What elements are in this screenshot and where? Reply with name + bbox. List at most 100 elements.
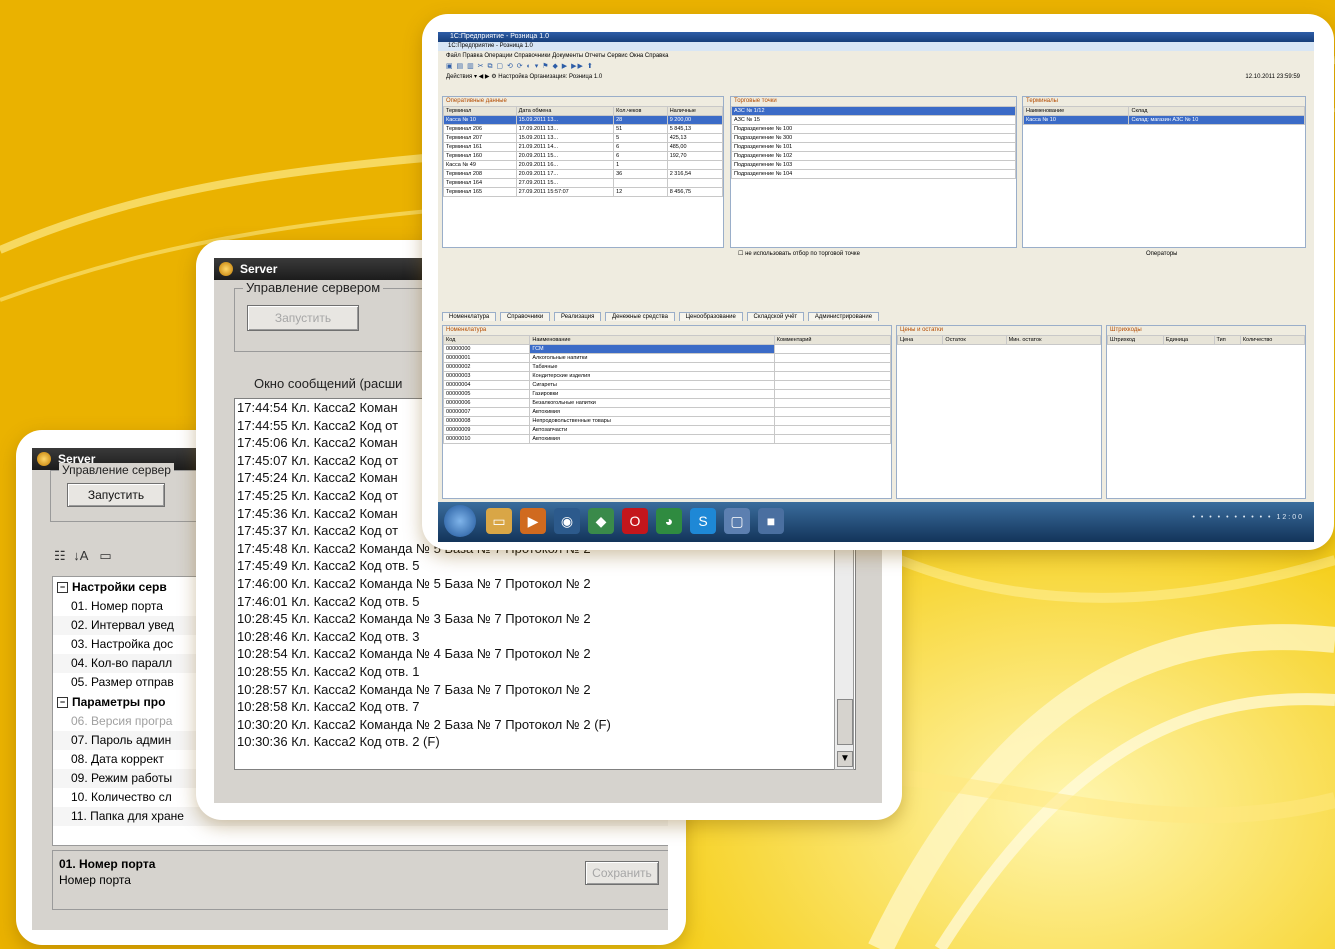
terminals-table[interactable]: Наименование Склад Касса № 10 Склад: маг… — [1023, 106, 1305, 125]
table-row[interactable]: 00000007 Автохимия — [443, 407, 891, 417]
cell: 5 — [613, 133, 668, 143]
tree-row[interactable]: АЗС № 1/12 — [731, 106, 1016, 116]
table-row[interactable]: 00000002 Табачные — [443, 362, 891, 372]
column-header[interactable]: Терминал — [443, 106, 517, 116]
table-row[interactable]: 00000000 ГСМ — [443, 344, 891, 354]
table-row[interactable]: Касса № 10 15.09.2011 13... 28 9 200,00 — [443, 115, 723, 125]
barcodes-table[interactable]: Штрихкод Единица Тип Количество — [1107, 335, 1305, 345]
main-menu-bar[interactable]: Файл Правка Операции Справочники Докумен… — [438, 51, 1314, 61]
column-header[interactable]: Наименование — [1023, 106, 1130, 116]
tab-pricing[interactable]: Ценообразование — [678, 312, 743, 321]
column-header[interactable]: Склад — [1128, 106, 1305, 116]
operational-data-table[interactable]: Терминал Дата обмена Кол.чеков Наличные … — [443, 106, 723, 197]
window-icon[interactable]: ▢ — [724, 508, 750, 534]
tree-row[interactable]: Подразделение № 101 — [731, 142, 1016, 152]
sort-az-icon[interactable]: ↓A — [73, 548, 87, 563]
action-toolbar: Действия ▾ ◀ ▶ ⚙ Настройка Организация: … — [438, 73, 1314, 82]
checkbox-icon[interactable]: ☐ — [738, 251, 743, 257]
system-tray[interactable]: • • • • • • • • • • 12:00 — [1193, 514, 1305, 521]
tab-administration[interactable]: Администрирование — [807, 312, 880, 321]
table-row[interactable]: Терминал 160 20.09.2011 15... 6 192,70 — [443, 151, 723, 161]
column-header[interactable]: Код — [443, 335, 531, 345]
nomenclature-table[interactable]: Код Наименование Комментарий 00000000 ГСМ… — [443, 335, 891, 444]
column-header[interactable]: Единица — [1162, 335, 1215, 345]
table-row[interactable]: Терминал 207 15.09.2011 13... 5 425,13 — [443, 133, 723, 143]
column-header[interactable]: Цена — [897, 335, 944, 345]
trade-points-tree[interactable]: АЗС № 1/12 АЗС № 15 Подразделение № 100 … — [731, 106, 1016, 179]
column-header[interactable]: Наименование — [529, 335, 775, 345]
table-row[interactable]: 00000006 Безалкогольные напитки — [443, 398, 891, 408]
cell: 00000002 — [443, 362, 531, 372]
column-header[interactable]: Штрихкод — [1107, 335, 1164, 345]
table-row[interactable]: Касса № 49 20.09.2011 16... 1 — [443, 160, 723, 170]
table-row[interactable]: 00000001 Алкогольные напитки — [443, 353, 891, 363]
table-row[interactable]: 00000009 Автозапчасти — [443, 425, 891, 435]
column-header[interactable]: Мин. остаток — [1005, 335, 1101, 345]
tray-icons[interactable]: • • • • • • • • • • — [1193, 514, 1273, 521]
cell — [773, 398, 891, 408]
cell: 00000007 — [443, 407, 531, 417]
collapse-icon[interactable]: − — [57, 697, 68, 709]
cell: 00000004 — [443, 380, 531, 390]
tab-cash[interactable]: Денежные средства — [605, 312, 675, 321]
log-line: 10:28:55 Кл. Касса2 Код отв. 1 — [237, 663, 420, 679]
column-header[interactable]: Комментарий — [773, 335, 891, 345]
cell: 00000008 — [443, 416, 531, 426]
table-row[interactable]: Терминал 161 21.09.2011 14... 6 485,00 — [443, 142, 723, 152]
table-row[interactable]: 00000010 Автохимия — [443, 434, 891, 444]
main-toolbar[interactable]: ▣ ▤ ▥ ✂ ⧉ ▢ ⟲ ⟳ ◐ ▾ ⚑ ◆ ▶ ▶▶ ⬆ — [438, 61, 1314, 73]
tree-row[interactable]: Подразделение № 100 — [731, 124, 1016, 134]
cell: 485,00 — [666, 142, 723, 152]
save-button[interactable]: Сохранить — [585, 861, 659, 885]
tab-nomenclature[interactable]: Номенклатура — [442, 312, 497, 321]
action-toolbar-text[interactable]: Действия ▾ ◀ ▶ ⚙ Настройка Организация: … — [446, 74, 602, 80]
opera-icon[interactable]: O — [622, 508, 648, 534]
skype-icon[interactable]: S — [690, 508, 716, 534]
table-row[interactable]: Терминал 164 27.09.2011 15... — [443, 178, 723, 188]
column-header[interactable]: Остаток — [942, 335, 1007, 345]
scroll-down-icon[interactable]: ▼ — [837, 751, 853, 767]
column-header[interactable]: Количество — [1239, 335, 1305, 345]
cell: 00000001 — [443, 353, 531, 363]
table-row[interactable]: 00000005 Газировки — [443, 389, 891, 399]
file-explorer-icon[interactable]: ▭ — [486, 508, 512, 534]
tree-row[interactable]: Подразделение № 103 — [731, 160, 1016, 170]
prices-table[interactable]: Цена Остаток Мин. остаток — [897, 335, 1101, 345]
column-header[interactable]: Кол.чеков — [613, 106, 668, 116]
log-scrollbar-thumb[interactable] — [837, 699, 853, 745]
1c-app-icon[interactable]: ■ — [758, 508, 784, 534]
tree-row[interactable]: Подразделение № 104 — [731, 169, 1016, 179]
table-row[interactable]: 00000008 Непродовольственные товары — [443, 416, 891, 426]
filter-checkbox-row[interactable]: ☐ не использовать отбор по торговой точк… — [730, 250, 1018, 259]
table-row[interactable]: Терминал 208 20.09.2011 17... 36 2 316,54 — [443, 169, 723, 179]
table-row[interactable]: 00000003 Кондитерские изделия — [443, 371, 891, 381]
start-button-icon[interactable] — [444, 505, 476, 537]
tab-warehouse[interactable]: Складской учёт — [746, 312, 805, 321]
property-pages-icon[interactable]: ▭ — [99, 548, 111, 563]
tree-row[interactable]: Подразделение № 300 — [731, 133, 1016, 143]
column-header[interactable]: Дата обмена — [515, 106, 615, 116]
tree-row[interactable]: АЗС № 15 — [731, 115, 1016, 125]
start-server-button[interactable]: Запустить — [247, 305, 359, 331]
tab-references[interactable]: Справочники — [499, 312, 551, 321]
tab-sales[interactable]: Реализация — [553, 312, 602, 321]
network-icon[interactable]: ◉ — [554, 508, 580, 534]
collapse-icon[interactable]: − — [57, 582, 68, 594]
table-row[interactable]: Терминал 165 27.09.2011 15:57:07 12 8 456,7… — [443, 187, 723, 197]
table-row[interactable]: 00000004 Сигареты — [443, 380, 891, 390]
media-player-icon[interactable]: ▶ — [520, 508, 546, 534]
app-icon[interactable]: ◆ — [588, 508, 614, 534]
chrome-icon[interactable]: ◕ — [656, 508, 682, 534]
column-header[interactable]: Тип — [1213, 335, 1241, 345]
cell: 00000005 — [443, 389, 531, 399]
main-window-titlebar[interactable]: 1С:Предприятие - Розница 1.0 — [438, 32, 1314, 42]
tree-row[interactable]: Подразделение № 102 — [731, 151, 1016, 161]
table-row[interactable]: Касса № 10 Склад: магазин АЗС № 10 — [1023, 115, 1305, 125]
datetime-field[interactable]: 12.10.2011 23:59:59 — [1245, 73, 1300, 82]
table-row[interactable]: Терминал 206 17.09.2011 13... 51 5 845,13 — [443, 124, 723, 134]
operational-data-panel: Оперативные данные Терминал Дата обмена … — [442, 96, 724, 248]
operators-label[interactable]: Операторы — [1138, 250, 1177, 259]
column-header[interactable]: Наличные — [666, 106, 723, 116]
categorized-view-icon[interactable]: ☷ — [54, 548, 66, 563]
start-server-button[interactable]: Запустить — [67, 483, 165, 507]
